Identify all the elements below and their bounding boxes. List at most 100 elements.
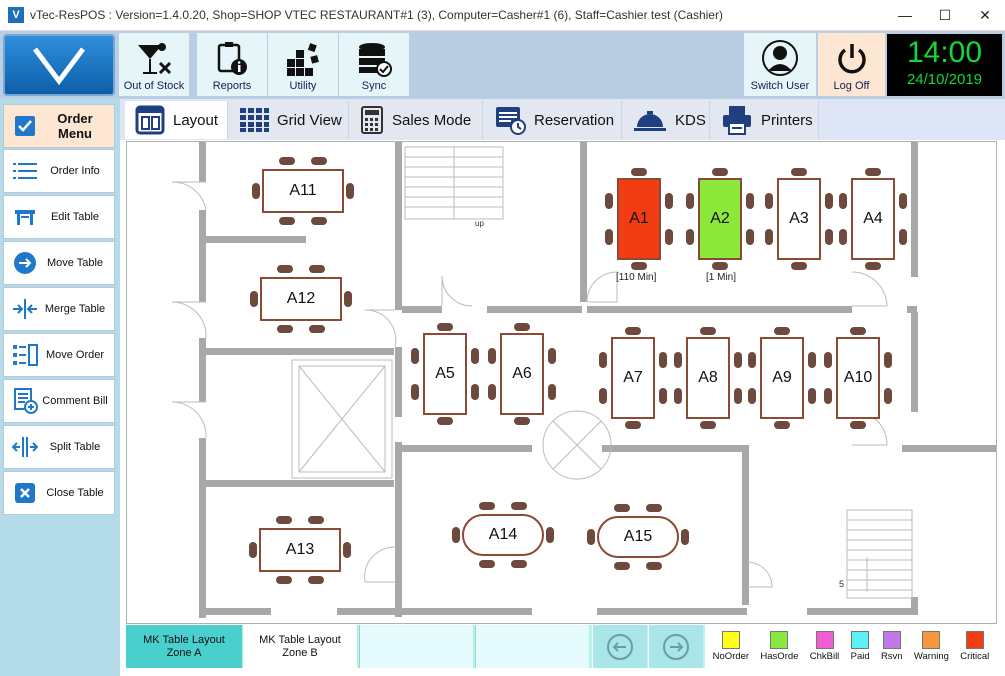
chair [308, 576, 325, 584]
merge-icon [10, 298, 40, 320]
chair [825, 192, 833, 209]
move-table-button[interactable]: Move Table [3, 241, 115, 285]
minimize-button[interactable]: — [885, 0, 925, 30]
zone-slot-empty-1[interactable] [359, 625, 474, 668]
chair [700, 421, 716, 429]
chair [599, 388, 607, 405]
chair [659, 351, 667, 368]
chair [249, 542, 257, 558]
user-switch-icon [762, 40, 798, 76]
chair [452, 527, 460, 543]
chair [686, 192, 694, 209]
table-label: A13 [259, 528, 341, 572]
table-label: A9 [760, 337, 804, 419]
chair [631, 168, 647, 176]
table-label: A11 [262, 169, 344, 213]
tab-grid-view[interactable]: Grid View [229, 101, 349, 139]
legend-rsvn: Rsvn [881, 631, 903, 662]
legend-hasorder: HasOrde [760, 631, 798, 662]
table-label: A4 [851, 178, 895, 260]
table-label: A7 [611, 337, 655, 419]
zone-slot-empty-2[interactable] [475, 625, 590, 668]
table-label: A14 [462, 514, 544, 556]
status-legend: NoOrder HasOrde ChkBill Paid Rsvn Warnin… [705, 625, 997, 668]
move-order-icon [10, 344, 40, 366]
sync-button[interactable]: Sync [339, 33, 409, 96]
database-sync-icon [359, 43, 392, 77]
move-order-button[interactable]: Move Order [3, 333, 115, 377]
chair [865, 168, 881, 176]
merge-table-button[interactable]: Merge Table [3, 287, 115, 331]
chair [700, 327, 716, 335]
legend-noorder: NoOrder [713, 631, 749, 662]
chair [250, 291, 258, 307]
tab-kds[interactable]: KDS [623, 101, 710, 139]
comment-icon [10, 388, 40, 414]
clock-display: 14:00 24/10/2019 [887, 34, 1002, 96]
reports-button[interactable]: Reports [197, 33, 267, 96]
floor-plan: up 5 A11 A12 A1 [110 Min] A2 [1 Min] A3 A4 A5 A6 A… [126, 141, 997, 624]
main-toolbar: Out of Stock Reports Utility Sync Switch… [0, 31, 1005, 99]
legend-swatch [721, 631, 740, 649]
legend-swatch [882, 631, 901, 649]
arrow-right-icon [10, 251, 40, 275]
order-info-button[interactable]: Order Info [3, 149, 115, 193]
tab-sales-mode[interactable]: Sales Mode [350, 101, 483, 139]
log-off-button[interactable]: Log Off [818, 33, 885, 96]
chair [825, 229, 833, 246]
chair [899, 229, 907, 246]
chair [665, 229, 673, 246]
chair [344, 291, 352, 307]
tab-layout[interactable]: Layout [125, 101, 228, 139]
close-icon [10, 482, 40, 504]
service-bell-icon [634, 111, 666, 131]
zone-next-button[interactable] [648, 625, 703, 668]
chair [478, 502, 495, 510]
legend-chkbill: ChkBill [810, 631, 839, 662]
chair [791, 262, 807, 270]
chair [275, 576, 292, 584]
chair [748, 388, 756, 405]
edit-table-button[interactable]: Edit Table [3, 195, 115, 239]
out-of-stock-button[interactable]: Out of Stock [119, 33, 189, 96]
chair [308, 516, 325, 524]
switch-user-button[interactable]: Switch User [744, 33, 816, 96]
reservation-icon [496, 107, 526, 135]
chair [774, 421, 790, 429]
chair [839, 192, 847, 209]
table-timer: [110 Min] [616, 272, 657, 283]
chair [275, 516, 292, 524]
close-table-button[interactable]: Close Table [3, 471, 115, 515]
grid-icon [240, 108, 269, 132]
layout-icon [135, 105, 165, 135]
legend-swatch [922, 631, 941, 649]
blocks-icon [287, 43, 319, 76]
zone-a-button[interactable]: MK Table Layout Zone A [126, 625, 243, 668]
order-menu-button[interactable]: Order Menu [3, 104, 115, 148]
tab-reservation[interactable]: Reservation [484, 101, 622, 139]
utility-button[interactable]: Utility [268, 33, 338, 96]
chair [471, 384, 479, 401]
chair [278, 157, 295, 165]
chair [471, 347, 479, 364]
calculator-icon [361, 106, 383, 134]
chair [276, 325, 293, 333]
legend-paid: Paid [851, 631, 870, 662]
order-sidebar: Order Menu Order Info Edit Table Move Ta… [0, 99, 120, 676]
split-table-button[interactable]: Split Table [3, 425, 115, 469]
tab-printers[interactable]: Printers [711, 101, 819, 139]
printer-icon [723, 106, 751, 135]
chair [488, 347, 496, 364]
legend-swatch [815, 631, 834, 649]
maximize-button[interactable]: ☐ [925, 0, 965, 30]
stair-number-label: 5 [839, 579, 844, 589]
zone-b-button[interactable]: MK Table Layout Zone B [243, 625, 358, 668]
chair [631, 262, 647, 270]
chair [712, 262, 728, 270]
close-window-button[interactable]: ✕ [965, 0, 1005, 30]
chair [411, 384, 419, 401]
clipboard-info-icon [217, 42, 247, 75]
chair [674, 351, 682, 368]
zone-prev-button[interactable] [592, 625, 647, 668]
comment-bill-button[interactable]: Comment Bill [3, 379, 115, 423]
